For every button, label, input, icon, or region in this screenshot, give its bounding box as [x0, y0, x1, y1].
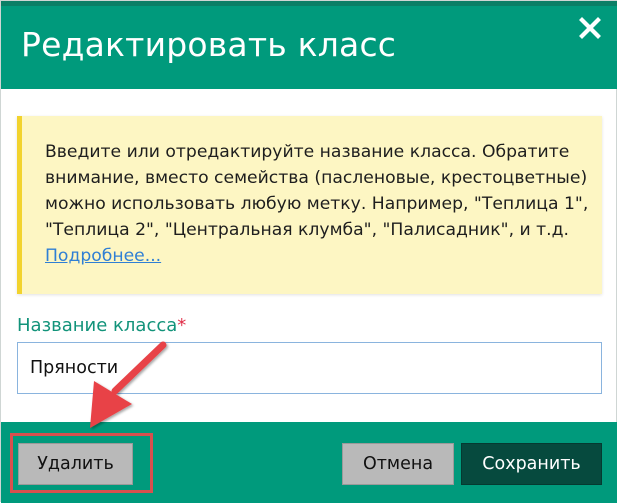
header-accent-line: [1, 1, 617, 6]
close-icon[interactable]: [577, 15, 603, 41]
edit-class-dialog: Редактировать класс Введите или отредакт…: [0, 0, 617, 503]
required-mark: *: [177, 315, 187, 336]
dialog-header: Редактировать класс: [1, 1, 617, 89]
notice-text: Введите или отредактируйте название клас…: [45, 139, 595, 269]
class-name-input[interactable]: [17, 342, 602, 394]
class-name-label-text: Название класса: [17, 315, 178, 336]
save-button[interactable]: Сохранить: [461, 443, 602, 485]
class-name-label: Название класса*: [17, 315, 186, 336]
cancel-button[interactable]: Отмена: [342, 443, 454, 485]
delete-button[interactable]: Удалить: [18, 443, 133, 485]
notice-message: Введите или отредактируйте название клас…: [45, 142, 589, 240]
close-icon-graphic: [579, 17, 601, 39]
more-info-link[interactable]: Подробнее...: [45, 246, 161, 266]
dialog-title: Редактировать класс: [21, 25, 397, 64]
notice-box: Введите или отредактируйте название клас…: [17, 116, 602, 294]
